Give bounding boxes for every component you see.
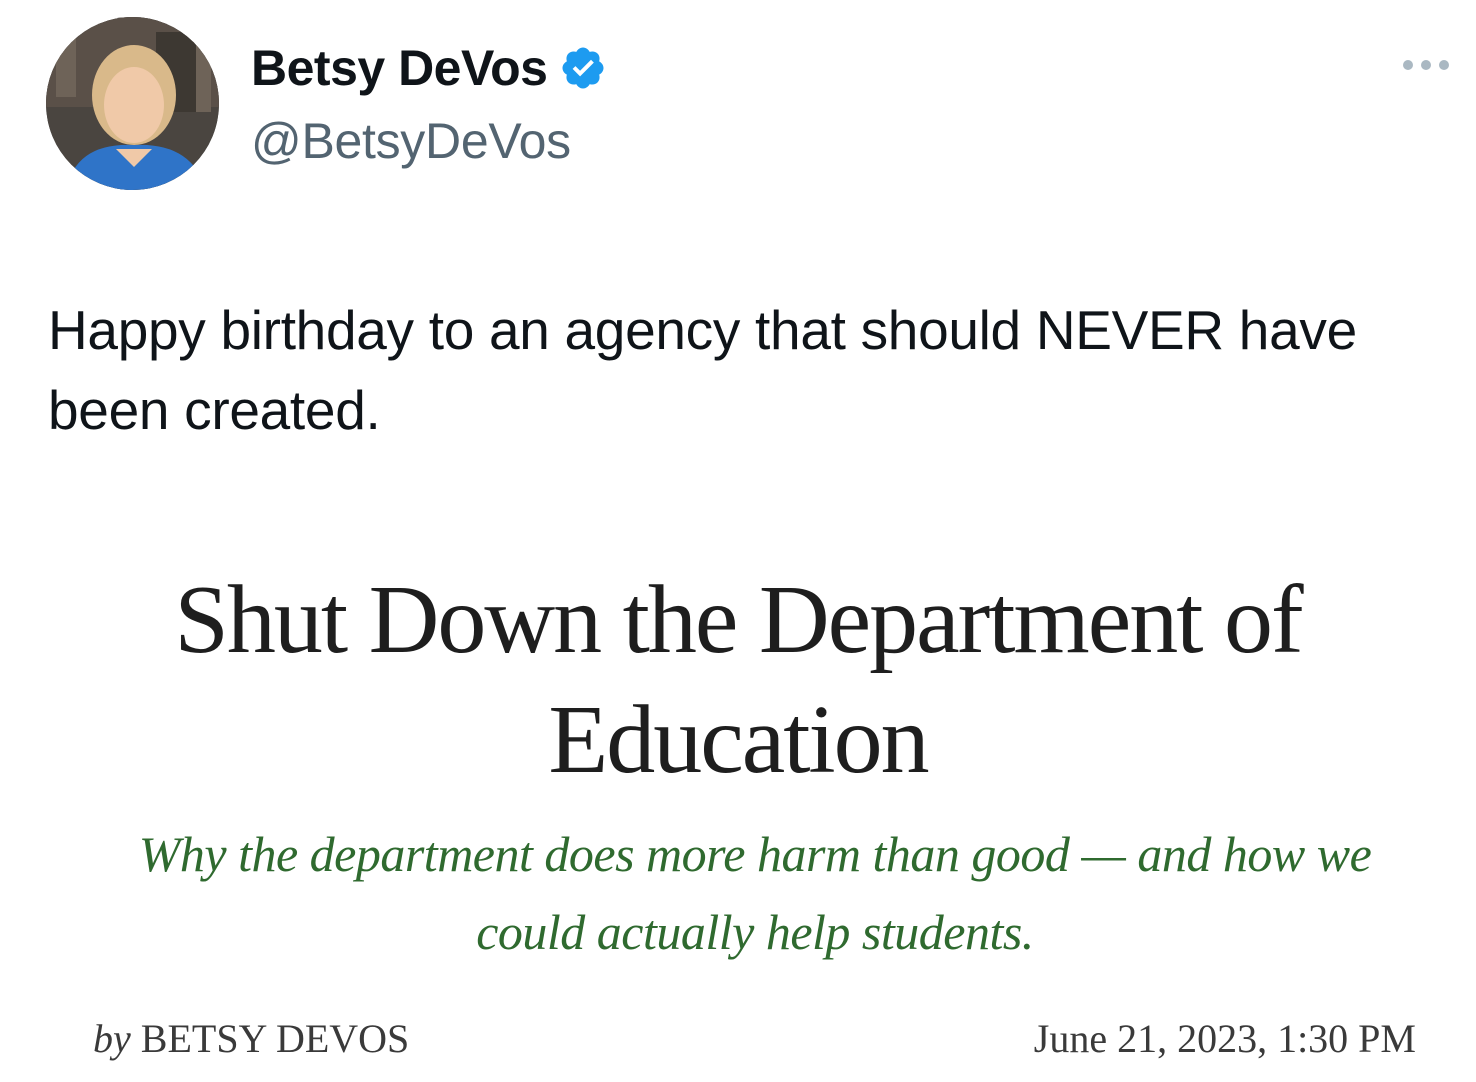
byline-author: BETSY DEVOS xyxy=(140,1016,410,1061)
verified-badge-icon[interactable] xyxy=(559,44,607,92)
article-card[interactable]: Shut Down the Department of Education Wh… xyxy=(0,540,1476,1082)
more-options-icon[interactable] xyxy=(1396,50,1456,80)
display-name[interactable]: Betsy DeVos xyxy=(251,39,548,97)
profile-photo xyxy=(46,17,219,190)
article-subtitle: Why the department does more harm than g… xyxy=(138,826,1372,960)
byline-prefix: by xyxy=(93,1016,131,1061)
tweet-text: Happy birthday to an agency that should … xyxy=(48,299,1357,441)
article-title: Shut Down the Department of Education xyxy=(174,566,1303,794)
article-date: June 21, 2023, 1:30 PM xyxy=(1033,1016,1416,1061)
avatar[interactable] xyxy=(46,17,219,190)
article-byline: by BETSY DEVOS xyxy=(93,1015,409,1062)
author-name-row: Betsy DeVos xyxy=(251,36,607,100)
author-handle[interactable]: @BetsyDeVos xyxy=(251,112,571,170)
